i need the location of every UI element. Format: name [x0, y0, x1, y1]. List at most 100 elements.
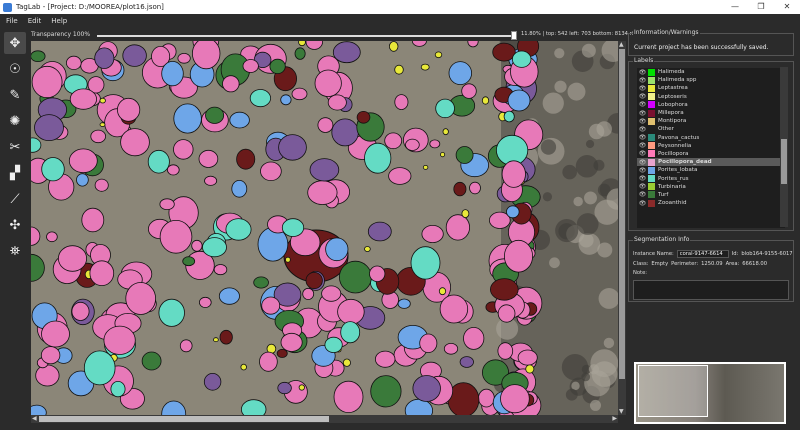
coral-region[interactable]	[503, 110, 515, 123]
coral-region[interactable]	[259, 351, 278, 372]
coral-region[interactable]	[455, 146, 474, 164]
coral-region[interactable]	[90, 129, 106, 144]
coral-region[interactable]	[31, 65, 63, 99]
menu-edit[interactable]: Edit	[28, 17, 42, 25]
coral-region[interactable]	[159, 220, 193, 254]
coral-region[interactable]	[253, 276, 269, 289]
minimap-image[interactable]	[636, 364, 784, 422]
coral-region[interactable]	[512, 50, 532, 68]
coral-region[interactable]	[41, 320, 70, 348]
visibility-eye-icon[interactable]: 👁	[637, 167, 648, 174]
label-row[interactable]: 👁 Pocillopora	[637, 150, 785, 158]
coral-region[interactable]	[83, 350, 116, 386]
coral-region[interactable]	[356, 111, 371, 124]
visibility-eye-icon[interactable]: 👁	[637, 175, 648, 182]
coral-region[interactable]	[40, 346, 61, 365]
coral-region[interactable]	[489, 278, 519, 301]
coral-region[interactable]	[291, 87, 308, 101]
coral-region[interactable]	[240, 363, 247, 371]
coral-region[interactable]	[461, 209, 470, 219]
label-row[interactable]: 👁 Millepora	[637, 109, 785, 117]
label-row[interactable]: 👁 Peysonnelia	[637, 142, 785, 150]
coral-region[interactable]	[110, 380, 126, 398]
coral-region[interactable]	[173, 139, 194, 160]
visibility-eye-icon[interactable]: 👁	[637, 126, 648, 133]
coral-region[interactable]	[506, 205, 520, 219]
label-row[interactable]: 👁 Montipora	[637, 117, 785, 125]
coral-region[interactable]	[34, 114, 64, 141]
coral-region[interactable]	[277, 381, 292, 395]
scroll-up-arrow-icon[interactable]: ▲	[619, 41, 624, 48]
coral-region[interactable]	[338, 260, 372, 294]
visibility-eye-icon[interactable]: 👁	[637, 150, 648, 157]
coral-region[interactable]	[492, 42, 516, 62]
coral-region[interactable]	[394, 64, 404, 75]
coral-region[interactable]	[370, 375, 402, 408]
coral-region[interactable]	[507, 89, 531, 112]
coral-region[interactable]	[229, 111, 250, 129]
coral-region[interactable]	[205, 106, 225, 124]
coral-region[interactable]	[307, 180, 338, 205]
maximize-button[interactable]: ❐	[748, 0, 774, 14]
watershed-tool-button[interactable]: ✺	[4, 110, 26, 132]
coral-region[interactable]	[219, 329, 233, 345]
coral-region[interactable]	[173, 103, 202, 134]
coral-region[interactable]	[204, 175, 218, 186]
coral-region[interactable]	[68, 148, 98, 174]
scroll-left-arrow-icon[interactable]: ◀	[32, 415, 37, 422]
coral-region[interactable]	[420, 63, 430, 71]
scroll-down-arrow-icon[interactable]: ▼	[619, 408, 624, 415]
coral-region[interactable]	[429, 139, 441, 149]
visibility-eye-icon[interactable]: 👁	[637, 77, 648, 84]
assign-tool-button[interactable]: ▞	[4, 162, 26, 184]
scroll-right-arrow-icon[interactable]: ▶	[612, 415, 617, 422]
label-row[interactable]: 👁 Pocillopora_dead	[637, 158, 785, 167]
coral-region[interactable]	[103, 325, 136, 355]
coral-region[interactable]	[497, 342, 514, 360]
coral-region[interactable]	[94, 178, 109, 192]
coral-region[interactable]	[177, 52, 191, 64]
coral-region[interactable]	[364, 142, 392, 174]
label-row[interactable]: 👁 Turf	[637, 191, 785, 199]
coral-region[interactable]	[331, 118, 359, 147]
coral-region[interactable]	[161, 60, 184, 87]
coral-region[interactable]	[384, 132, 403, 150]
coral-region[interactable]	[99, 97, 106, 104]
coral-region[interactable]	[453, 181, 467, 197]
coral-region[interactable]	[260, 161, 282, 182]
coral-region[interactable]	[199, 296, 212, 308]
coral-region[interactable]	[332, 41, 361, 64]
coral-region[interactable]	[421, 224, 444, 243]
ruler-tool-button[interactable]: ⟋	[4, 188, 26, 210]
image-viewer[interactable]	[31, 41, 618, 415]
coral-region[interactable]	[203, 372, 222, 391]
coral-region[interactable]	[191, 239, 203, 252]
coral-region[interactable]	[76, 173, 89, 187]
coral-region[interactable]	[364, 246, 371, 252]
coral-region[interactable]	[269, 58, 286, 75]
deep-extreme-tool-button[interactable]: ⛯	[4, 240, 26, 262]
coral-region[interactable]	[71, 301, 90, 321]
coral-region[interactable]	[89, 260, 115, 287]
coral-region[interactable]	[222, 75, 240, 93]
coral-region[interactable]	[305, 271, 323, 289]
coral-region[interactable]	[443, 342, 459, 355]
coral-region[interactable]	[325, 237, 349, 262]
labels-scroll-thumb[interactable]	[781, 139, 787, 184]
close-button[interactable]: ✕	[774, 0, 800, 14]
move-tool-button[interactable]: ✥	[4, 32, 26, 54]
coral-region[interactable]	[241, 399, 267, 415]
coral-region[interactable]	[438, 287, 447, 296]
coral-region[interactable]	[69, 88, 98, 110]
coral-region[interactable]	[285, 256, 291, 263]
coral-region[interactable]	[435, 98, 455, 119]
coral-region[interactable]	[459, 356, 474, 368]
coral-region[interactable]	[410, 246, 441, 280]
visibility-eye-icon[interactable]: 👁	[637, 69, 648, 76]
coral-region[interactable]	[35, 364, 60, 387]
label-row[interactable]: 👁 Leptastrea	[637, 84, 785, 92]
coral-region[interactable]	[389, 41, 399, 52]
coral-region[interactable]	[41, 157, 65, 182]
viewer-vertical-scroll-thumb[interactable]	[619, 49, 625, 379]
coral-region[interactable]	[294, 47, 306, 60]
